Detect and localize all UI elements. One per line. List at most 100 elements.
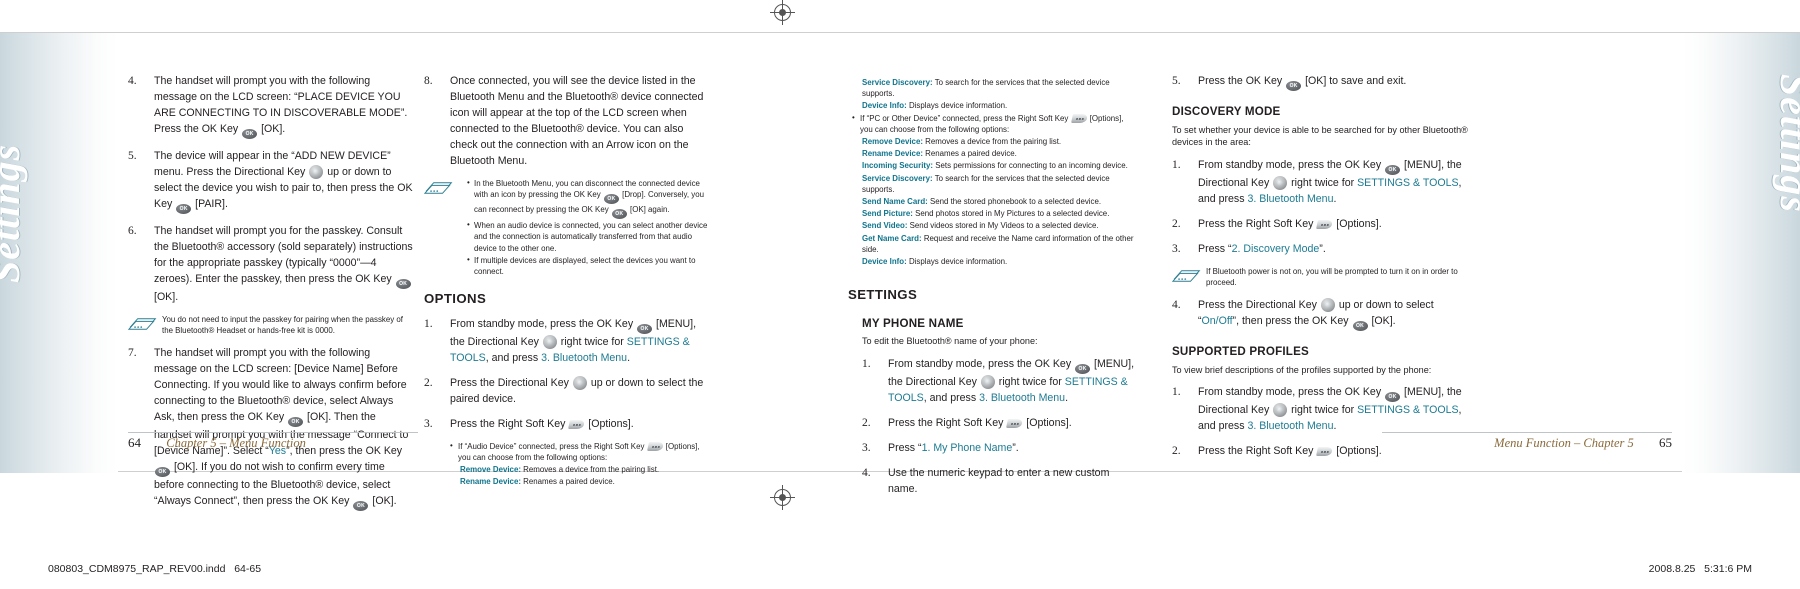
step-text: The handset will prompt you with the fol… [154,347,409,512]
column-2: 8. Once connected, you will see the devi… [424,73,712,489]
ok-key-icon: OK [1075,364,1091,375]
definition-item: Device Info: Displays device information… [862,101,1008,111]
step-text: Press the Right Soft Key [Options]. [450,417,634,430]
sub-note: If “PC or Other Device” connected, press… [852,112,1136,135]
directional-key-icon [980,375,995,390]
registration-mark-icon [770,0,795,25]
note-pad-icon [424,182,453,194]
step-text: From standby mode, press the OK Key OK [… [1198,386,1462,433]
note-bullet: When an audio device is connected, you c… [467,219,712,254]
step-text: Press the Right Soft Key [Options]. [1198,217,1382,230]
definition-item: Send Name Card: Send the stored phoneboo… [862,197,1102,207]
step-text: The handset will prompt you with the fol… [154,75,408,139]
step-number: 2. [862,417,871,430]
step-text: From standby mode, press the OK Key OK [… [450,317,697,364]
ok-key-icon: OK [242,129,258,139]
ok-key-icon: OK [155,467,170,478]
step-text: Press the Directional Key up or down to … [450,375,704,405]
step-number: 6. [128,225,137,237]
step-number: 2. [1172,445,1181,458]
slug-timestamp: 2008.8.25 5:31:6 PM [1648,563,1752,575]
definition-item: Rename Device: Renames a paired device. [862,149,1017,159]
printed-spread: Settings 4. The handset will prompt you … [0,32,1800,512]
step-text: Press “1. My Phone Name”. [888,442,1019,455]
note-block: You do not need to input the passkey for… [128,314,416,336]
audio-device-options: If “Audio Device” connected, press the R… [424,440,712,488]
step-item: 3. Press “1. My Phone Name”. [862,440,1136,456]
step-number: 3. [424,417,433,430]
footer-right: Menu Function – Chapter 5 65 [1494,435,1672,451]
step-text: From standby mode, press the OK Key OK [… [888,358,1135,405]
ok-key-icon: OK [353,501,369,512]
step-text: Press the Right Soft Key [Options]. [1198,445,1382,458]
step-item: 2. Press the Right Soft Key [Options]. [862,415,1136,431]
note-block: If Bluetooth power is not on, you will b… [1172,266,1472,288]
page-number: 64 [128,435,141,450]
note-text: If Bluetooth power is not on, you will b… [1206,266,1458,287]
footer-rule [1382,432,1672,433]
column-4: 5. Press the OK Key OK [OK] to save and … [1172,73,1472,468]
section-title-settings: SETTINGS [848,287,918,303]
subsection-title-supported-profiles: SUPPORTED PROFILES [1172,345,1309,359]
step-item: 1. From standby mode, press the OK Key O… [1172,384,1472,434]
side-tab-label-left: Settings [0,143,28,283]
imposed-spread-page: Settings 4. The handset will prompt you … [0,0,1800,589]
step-number: 5. [1172,75,1181,87]
registration-mark-icon [770,485,795,510]
ok-key-icon: OK [611,209,627,220]
ok-key-icon: OK [1286,81,1302,91]
ok-key-icon: OK [637,323,653,334]
running-head: Menu Function – Chapter 5 [1494,436,1634,450]
ok-key-icon: OK [1352,321,1368,332]
directional-key-icon [309,165,324,179]
sub-note: If “Audio Device” connected, press the R… [450,440,712,463]
definition-item: Service Discovery: To search for the ser… [862,78,1110,99]
directional-key-icon [1273,403,1288,418]
note-pad-icon [128,318,157,330]
subsection-lead: To edit the Bluetooth® name of your phon… [862,336,1038,347]
step-number: 1. [862,358,871,371]
running-head: Chapter 5 – Menu Function [166,436,306,450]
step-number: 4. [1172,299,1181,312]
right-soft-key-icon [1006,419,1024,429]
steps-list-2: 8. Once connected, you will see the devi… [424,73,712,169]
slug-filename: 080803_CDM8975_RAP_REV00.indd 64-65 [48,563,262,575]
note-text: You do not need to input the passkey for… [162,315,403,336]
definition-item: Send Video: Send videos stored in My Vid… [862,221,1099,231]
step-text: Once connected, you will see the device … [450,75,704,167]
footer-left: 64 Chapter 5 – Menu Function [128,435,306,451]
definition-item: Remove Device: Removes a device from the… [460,465,660,475]
step-number: 8. [424,75,433,87]
step-item: 5. Press the OK Key OK [OK] to save and … [1172,73,1472,91]
steps-list-1: 4. The handset will prompt you with the … [128,73,416,305]
directional-key-icon [542,334,557,349]
note-bullet: If multiple devices are displayed, selec… [467,254,712,277]
step-number: 1. [1172,158,1181,171]
step-number: 5. [128,150,137,162]
step-text: From standby mode, press the OK Key OK [… [1198,158,1462,205]
step-text: The device will appear in the “ADD NEW D… [154,150,413,214]
step-item: 4. The handset will prompt you with the … [128,73,416,139]
ok-key-icon: OK [1385,392,1401,403]
right-page: Settings Service Discovery: To search fo… [848,33,1800,495]
right-soft-key-icon [1316,219,1334,229]
step-item: 5. The device will appear in the “ADD NE… [128,148,416,214]
note-pad-icon [1172,270,1201,282]
step-number: 3. [862,442,871,455]
ok-key-icon: OK [395,279,411,289]
right-soft-key-icon [646,441,664,451]
profiles-steps: 1. From standby mode, press the OK Key O… [1172,384,1472,459]
my-phone-name-steps: 1. From standby mode, press the OK Key O… [862,356,1136,497]
definition-item: Rename Device: Renames a paired device. [460,477,615,487]
continued-definitions: Service Discovery: To search for the ser… [848,77,1136,267]
definition-item: Remove Device: Removes a device from the… [862,137,1062,147]
step-number: 4. [862,467,871,480]
step-item: 1. From standby mode, press the OK Key O… [862,356,1136,406]
directional-key-icon [1320,298,1335,313]
definition-item: Device Info: Displays device information… [862,257,1008,267]
options-steps-list: 1. From standby mode, press the OK Key O… [424,316,712,432]
step-text: Press the OK Key OK [OK] to save and exi… [1198,75,1407,91]
directional-key-icon [1273,175,1288,190]
note-block: In the Bluetooth Menu, you can disconnec… [424,177,712,277]
ok-key-icon: OK [603,194,619,205]
